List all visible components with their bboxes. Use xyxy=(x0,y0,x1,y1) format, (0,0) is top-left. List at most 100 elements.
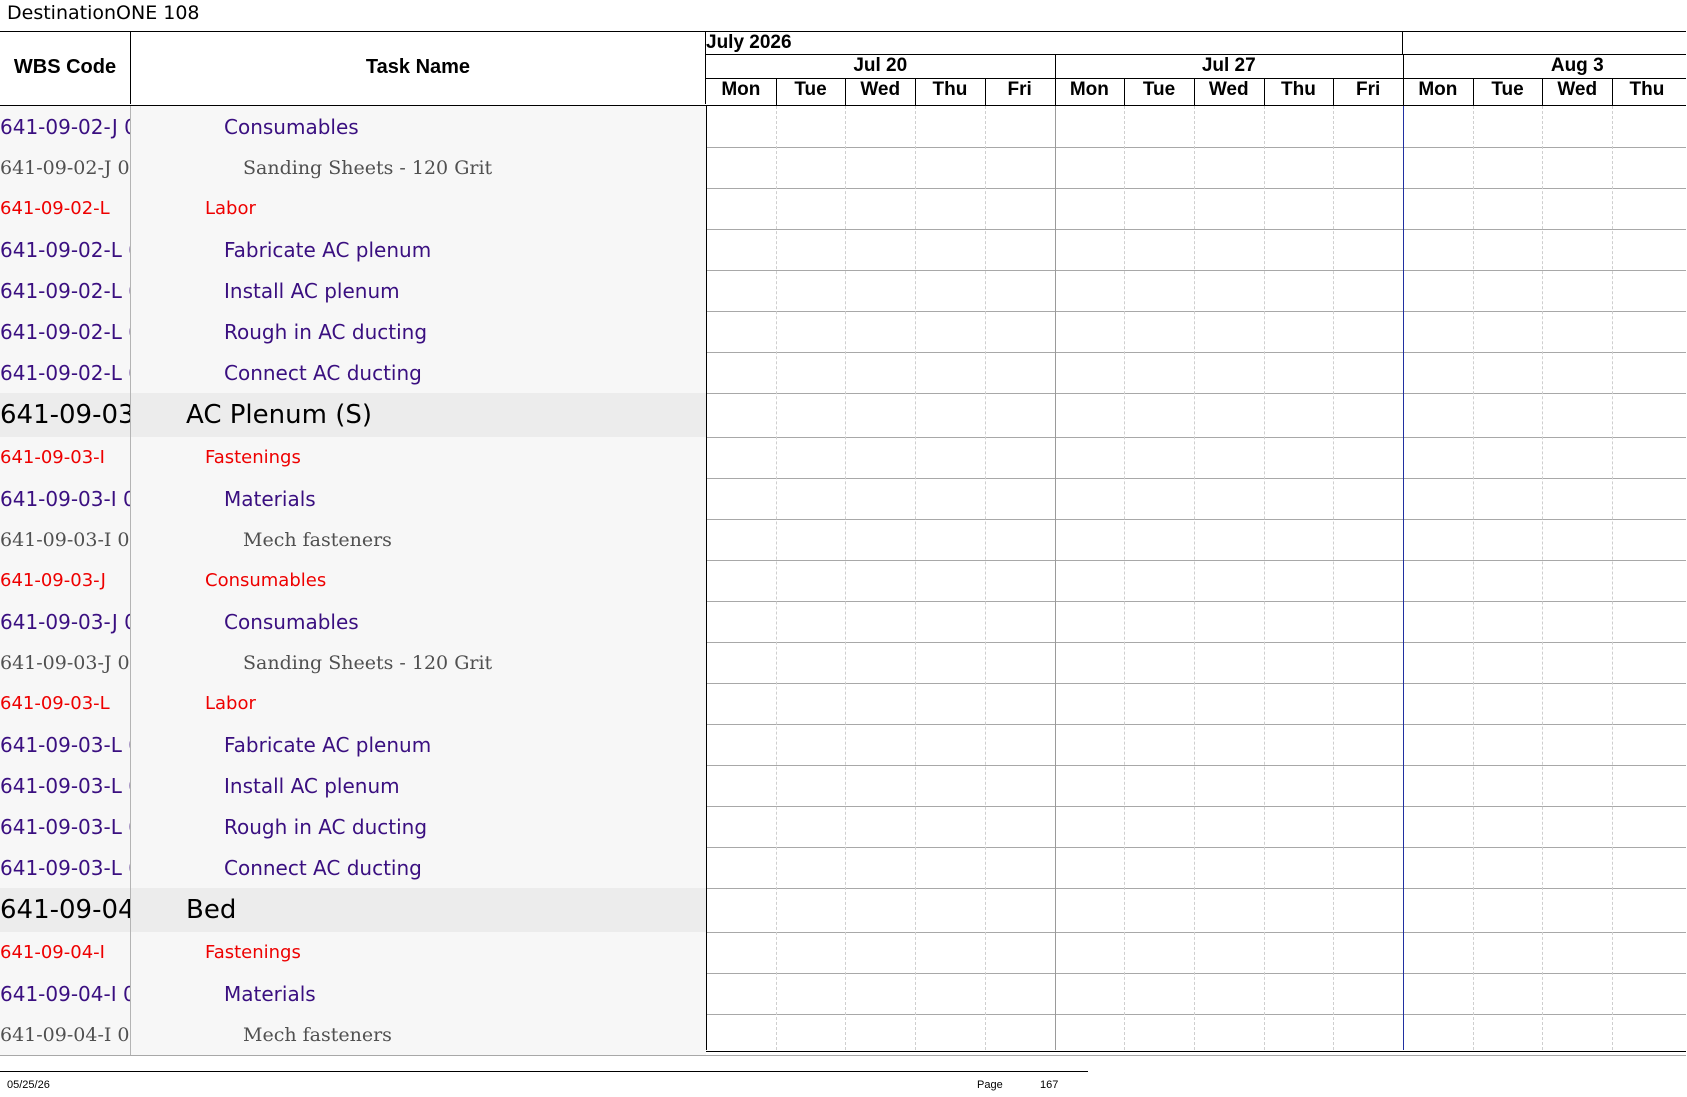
wbs-code-cell: 641-09-03-J xyxy=(0,560,131,601)
task-name-cell: Mech fasteners xyxy=(243,1023,392,1046)
table-row[interactable]: 641-09-02-L 0 Install AC plenum xyxy=(0,270,706,311)
table-row[interactable]: 641-09-03-J Consumables xyxy=(0,560,706,601)
header-divider-day xyxy=(1124,78,1126,105)
table-row[interactable]: 641-09-03-J 0 Consumables xyxy=(0,601,706,642)
table-row[interactable]: 641-09-03-J 01 Sanding Sheets - 120 Grit xyxy=(0,642,706,683)
task-name-cell: Sanding Sheets - 120 Grit xyxy=(243,651,493,674)
wbs-code-cell: 641-09-03-L xyxy=(0,683,131,724)
wbs-code-cell: 641-09-04 xyxy=(0,888,131,932)
timeline-day-label: Wed xyxy=(860,79,901,100)
task-name-cell: Consumables xyxy=(224,609,359,634)
day-gridline xyxy=(1612,106,1614,1050)
wbs-code-cell: 641-09-02-L 0 xyxy=(0,270,131,311)
task-name-cell: Rough in AC ducting xyxy=(224,319,428,344)
table-row[interactable]: 641-09-03-L 0 Rough in AC ducting xyxy=(0,806,706,847)
task-name-cell: Materials xyxy=(224,486,316,511)
task-name-cell: AC Plenum (S) xyxy=(186,400,372,430)
day-gridline xyxy=(915,106,917,1050)
wbs-code-cell: 641-09-03-J 01 xyxy=(0,642,131,683)
header-divider-day xyxy=(915,78,917,105)
wbs-code-cell: 641-09-03-L 0 xyxy=(0,806,131,847)
wbs-code-cell: 641-09-04-I 01- xyxy=(0,1014,131,1055)
day-gridline xyxy=(1263,106,1265,1050)
wbs-code-cell: 641-09-03-L 0 xyxy=(0,765,131,806)
wbs-code-cell: 641-09-02-J 01 xyxy=(0,147,131,188)
timeline-day-label: Thu xyxy=(1629,79,1665,100)
header-divider-month xyxy=(1402,31,1403,54)
wbs-code-cell: 641-09-03-I 01- xyxy=(0,519,131,560)
table-row[interactable]: 641-09-03-I Fastenings xyxy=(0,437,706,478)
wbs-code-cell: 641-09-03 xyxy=(0,393,131,437)
table-row[interactable]: 641-09-04-I 01- Mech fasteners xyxy=(0,1014,706,1055)
timeline-day-label: Tue xyxy=(794,79,827,100)
task-name-cell: Sanding Sheets - 120 Grit xyxy=(243,156,493,179)
row-divider xyxy=(0,1055,1686,1056)
table-row[interactable]: 641-09-04-I Fastenings xyxy=(0,932,706,973)
timeline-day-label: Thu xyxy=(1281,79,1316,100)
document-title: DestinationONE 108 xyxy=(7,2,200,24)
timeline-day-label: Fri xyxy=(1007,79,1032,100)
table-row[interactable]: 641-09-03-L 0 Install AC plenum xyxy=(0,765,706,806)
timeline-day-label: Wed xyxy=(1557,79,1598,100)
task-name-cell: Install AC plenum xyxy=(224,278,400,303)
task-name-cell: Labor xyxy=(205,693,256,714)
day-gridline xyxy=(984,106,986,1050)
task-name-cell: Install AC plenum xyxy=(224,773,400,798)
header-divider-day xyxy=(1263,78,1265,105)
table-row[interactable]: 641-09-02-J 01 Sanding Sheets - 120 Grit xyxy=(0,147,706,188)
table-row[interactable]: 641-09-04 Bed xyxy=(0,888,706,932)
timeline-day-label: Tue xyxy=(1491,79,1524,100)
wbs-code-cell: 641-09-04-I xyxy=(0,932,131,973)
day-gridline xyxy=(1333,106,1335,1050)
day-gridline xyxy=(1472,106,1474,1050)
task-name-cell: Consumables xyxy=(205,570,327,591)
table-row[interactable]: 641-09-03 AC Plenum (S) xyxy=(0,393,706,437)
timeline-day-label: Wed xyxy=(1208,79,1249,100)
timeline-day-label: Tue xyxy=(1142,79,1176,100)
header-divider-day xyxy=(1333,78,1335,105)
header-divider-day xyxy=(984,78,986,105)
header-divider-day xyxy=(1542,78,1544,105)
task-name-cell: Rough in AC ducting xyxy=(224,814,428,839)
task-name-cell: Fastenings xyxy=(205,942,301,963)
task-name-cell: Labor xyxy=(205,198,256,219)
task-name-cell: Mech fasteners xyxy=(243,528,392,551)
task-name-cell: Materials xyxy=(224,981,316,1006)
wbs-code-cell: 641-09-03-L 0 xyxy=(0,724,131,765)
table-row[interactable]: 641-09-03-I 01- Mech fasteners xyxy=(0,519,706,560)
task-name-cell: Connect AC ducting xyxy=(224,855,422,880)
timeline-day-label: Mon xyxy=(721,79,761,100)
table-row[interactable]: 641-09-03-L 0 Fabricate AC plenum xyxy=(0,724,706,765)
wbs-code-cell: 641-09-02-L xyxy=(0,188,131,229)
task-column-divider xyxy=(706,106,707,1050)
footer-rule xyxy=(0,1071,1088,1072)
timeline-day-label: Mon xyxy=(1069,79,1109,100)
table-row[interactable]: 641-09-04-I 0 Materials xyxy=(0,973,706,1014)
header-divider-day xyxy=(1193,78,1195,105)
table-row[interactable]: 641-09-03-L Labor xyxy=(0,683,706,724)
table-row[interactable]: 641-09-02-L 0 Rough in AC ducting xyxy=(0,311,706,352)
task-name-cell: Bed xyxy=(186,895,237,925)
column-header-wbs[interactable]: WBS Code xyxy=(0,31,131,104)
table-row[interactable]: 641-09-02-J 0 Consumables xyxy=(0,106,706,147)
timeline-day-label: Fri xyxy=(1356,79,1381,100)
task-name-cell: Fabricate AC plenum xyxy=(224,732,432,757)
wbs-code-cell: 641-09-02-L 0 xyxy=(0,311,131,352)
wbs-code-cell: 641-09-04-I 0 xyxy=(0,973,131,1014)
table-row[interactable]: 641-09-03-L 0 Connect AC ducting xyxy=(0,847,706,888)
header-divider-day xyxy=(845,78,847,105)
table-row[interactable]: 641-09-02-L 0 Connect AC ducting xyxy=(0,352,706,393)
day-gridline xyxy=(1124,106,1126,1050)
table-row[interactable]: 641-09-03-I 0 Materials xyxy=(0,478,706,519)
table-row[interactable]: 641-09-02-L 0 Fabricate AC plenum xyxy=(0,229,706,270)
timeline-month-label: July 2026 xyxy=(706,32,792,53)
column-header-task-name[interactable]: Task Name xyxy=(131,31,706,104)
header-divider-day xyxy=(1612,78,1614,105)
footer-page-number: 167 xyxy=(1040,1079,1059,1091)
header-divider-day xyxy=(775,78,777,105)
task-name-cell: Consumables xyxy=(224,114,359,139)
task-name-cell: Fastenings xyxy=(205,447,301,468)
timeline-week-label: Jul 27 xyxy=(1201,55,1256,76)
wbs-code-cell: 641-09-02-L 0 xyxy=(0,352,131,393)
table-row[interactable]: 641-09-02-L Labor xyxy=(0,188,706,229)
